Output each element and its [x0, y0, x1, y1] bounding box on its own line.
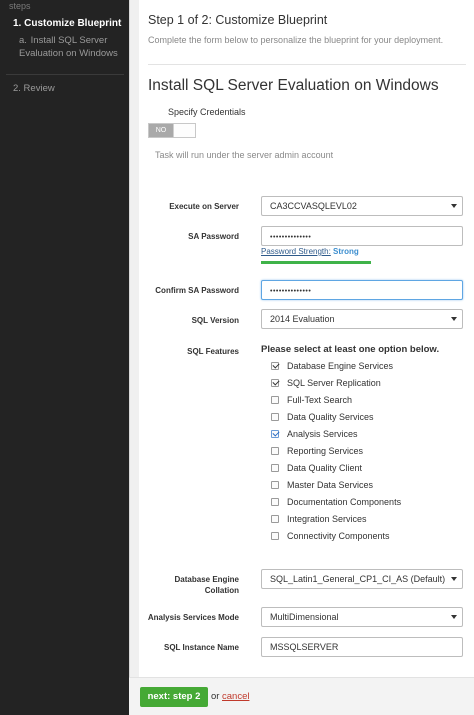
collation-label-line2: Collation	[204, 586, 239, 595]
features-instruction: Please select at least one option below.	[261, 344, 440, 355]
collation-label-line1: Database Engine	[174, 575, 239, 584]
checkbox[interactable]	[271, 447, 279, 455]
footer-bar: next: step 2 or cancel	[129, 677, 474, 715]
feature-analysis-services[interactable]: Analysis Services	[271, 427, 358, 441]
feature-master-data-services[interactable]: Master Data Services	[271, 478, 373, 492]
feature-data-quality-services[interactable]: Data Quality Services	[271, 410, 374, 424]
feature-label: Master Data Services	[287, 480, 374, 490]
checkbox[interactable]	[271, 481, 279, 489]
chevron-down-icon	[451, 577, 457, 581]
sidebar-step-review[interactable]: 2. Review	[13, 83, 55, 94]
chevron-down-icon	[451, 317, 457, 321]
instance-name-value: MSSQLSERVER	[270, 642, 339, 652]
collation-label: Database Engine Collation	[139, 574, 239, 596]
checkbox[interactable]	[271, 362, 279, 370]
feature-database-engine[interactable]: Database Engine Services	[271, 359, 393, 373]
sidebar-divider	[6, 74, 124, 75]
confirm-password-field[interactable]: ••••••••••••••	[261, 280, 463, 300]
execute-label: Execute on Server	[169, 202, 239, 211]
execute-server-select[interactable]: CA3CCVASQLEVL02	[261, 196, 463, 216]
sidebar-splitter	[129, 0, 139, 715]
credentials-label: Specify Credentials	[168, 107, 246, 117]
next-step-button[interactable]: next: step 2	[140, 687, 208, 707]
toggle-knob	[173, 124, 195, 137]
password-strength: Password Strength: Strong	[261, 247, 359, 256]
sql-version-label: SQL Version	[191, 316, 239, 325]
feature-connectivity-components[interactable]: Connectivity Components	[271, 529, 390, 543]
sidebar-substep-number: a.	[19, 35, 27, 46]
collation-select[interactable]: SQL_Latin1_General_CP1_CI_AS (Default)	[261, 569, 463, 589]
feature-label: Connectivity Components	[287, 531, 390, 541]
feature-full-text-search[interactable]: Full-Text Search	[271, 393, 352, 407]
cancel-link[interactable]: cancel	[222, 691, 249, 702]
feature-label: SQL Server Replication	[287, 378, 381, 388]
feature-reporting-services[interactable]: Reporting Services	[271, 444, 363, 458]
password-strength-bar	[261, 261, 371, 264]
page-title: Step 1 of 2: Customize Blueprint	[148, 13, 328, 27]
checkbox[interactable]	[271, 515, 279, 523]
feature-documentation-components[interactable]: Documentation Components	[271, 495, 401, 509]
feature-label: Documentation Components	[287, 497, 402, 507]
as-mode-value: MultiDimensional	[270, 612, 339, 622]
or-text: or	[211, 691, 220, 702]
sql-version-value: 2014 Evaluation	[270, 314, 335, 324]
chevron-down-icon	[451, 204, 457, 208]
feature-label: Full-Text Search	[287, 395, 353, 405]
feature-integration-services[interactable]: Integration Services	[271, 512, 367, 526]
chevron-down-icon	[451, 615, 457, 619]
checkbox[interactable]	[271, 379, 279, 387]
sidebar-step-customize[interactable]: 1. Customize Blueprint	[13, 18, 121, 29]
toggle-off-label: NO	[149, 124, 173, 137]
feature-label: Data Quality Services	[287, 412, 374, 422]
instance-label: SQL Instance Name	[164, 643, 239, 652]
checkbox[interactable]	[271, 413, 279, 421]
feature-sql-replication[interactable]: SQL Server Replication	[271, 376, 381, 390]
as-mode-select[interactable]: MultiDimensional	[261, 607, 463, 627]
checkbox[interactable]	[271, 464, 279, 472]
password-strength-label: Password Strength:	[261, 247, 331, 256]
feature-label: Data Quality Client	[287, 463, 363, 473]
page-subtitle: Complete the form below to personalize t…	[148, 35, 444, 45]
sa-password-field[interactable]: ••••••••••••••	[261, 226, 463, 246]
collation-value: SQL_Latin1_General_CP1_CI_AS (Default)	[270, 574, 446, 584]
feature-label: Analysis Services	[287, 429, 358, 439]
execute-server-value: CA3CCVASQLEVL02	[270, 201, 357, 211]
sidebar-steps-label: steps	[9, 1, 31, 11]
feature-label: Integration Services	[287, 514, 367, 524]
checkbox[interactable]	[271, 498, 279, 506]
checkbox[interactable]	[271, 532, 279, 540]
feature-label: Database Engine Services	[287, 361, 394, 371]
task-note: Task will run under the server admin acc…	[155, 150, 334, 160]
feature-label: Reporting Services	[287, 446, 364, 456]
feature-data-quality-client[interactable]: Data Quality Client	[271, 461, 362, 475]
sidebar: steps 1. Customize Blueprint a. Install …	[0, 0, 129, 715]
credentials-toggle[interactable]: NO	[148, 123, 196, 138]
password-strength-value: Strong	[333, 247, 359, 256]
sa-password-label: SA Password	[188, 232, 239, 241]
checkbox[interactable]	[271, 430, 279, 438]
as-mode-label: Analysis Services Mode	[147, 613, 239, 622]
blueprint-title: Install SQL Server Evaluation on Windows	[148, 77, 439, 94]
sidebar-substep-label: Install SQL Server Evaluation on Windows	[19, 35, 118, 59]
confirm-password-value: ••••••••••••••	[270, 288, 312, 295]
confirm-password-label: Confirm SA Password	[155, 286, 239, 295]
sidebar-substep-install[interactable]: a. Install SQL Server Evaluation on Wind…	[19, 34, 125, 60]
header-divider	[148, 64, 466, 65]
sql-features-label: SQL Features	[187, 347, 239, 356]
instance-name-field[interactable]: MSSQLSERVER	[261, 637, 463, 657]
sql-version-select[interactable]: 2014 Evaluation	[261, 309, 463, 329]
main-panel: Step 1 of 2: Customize Blueprint Complet…	[139, 0, 474, 715]
checkbox[interactable]	[271, 396, 279, 404]
sa-password-value: ••••••••••••••	[270, 234, 312, 241]
